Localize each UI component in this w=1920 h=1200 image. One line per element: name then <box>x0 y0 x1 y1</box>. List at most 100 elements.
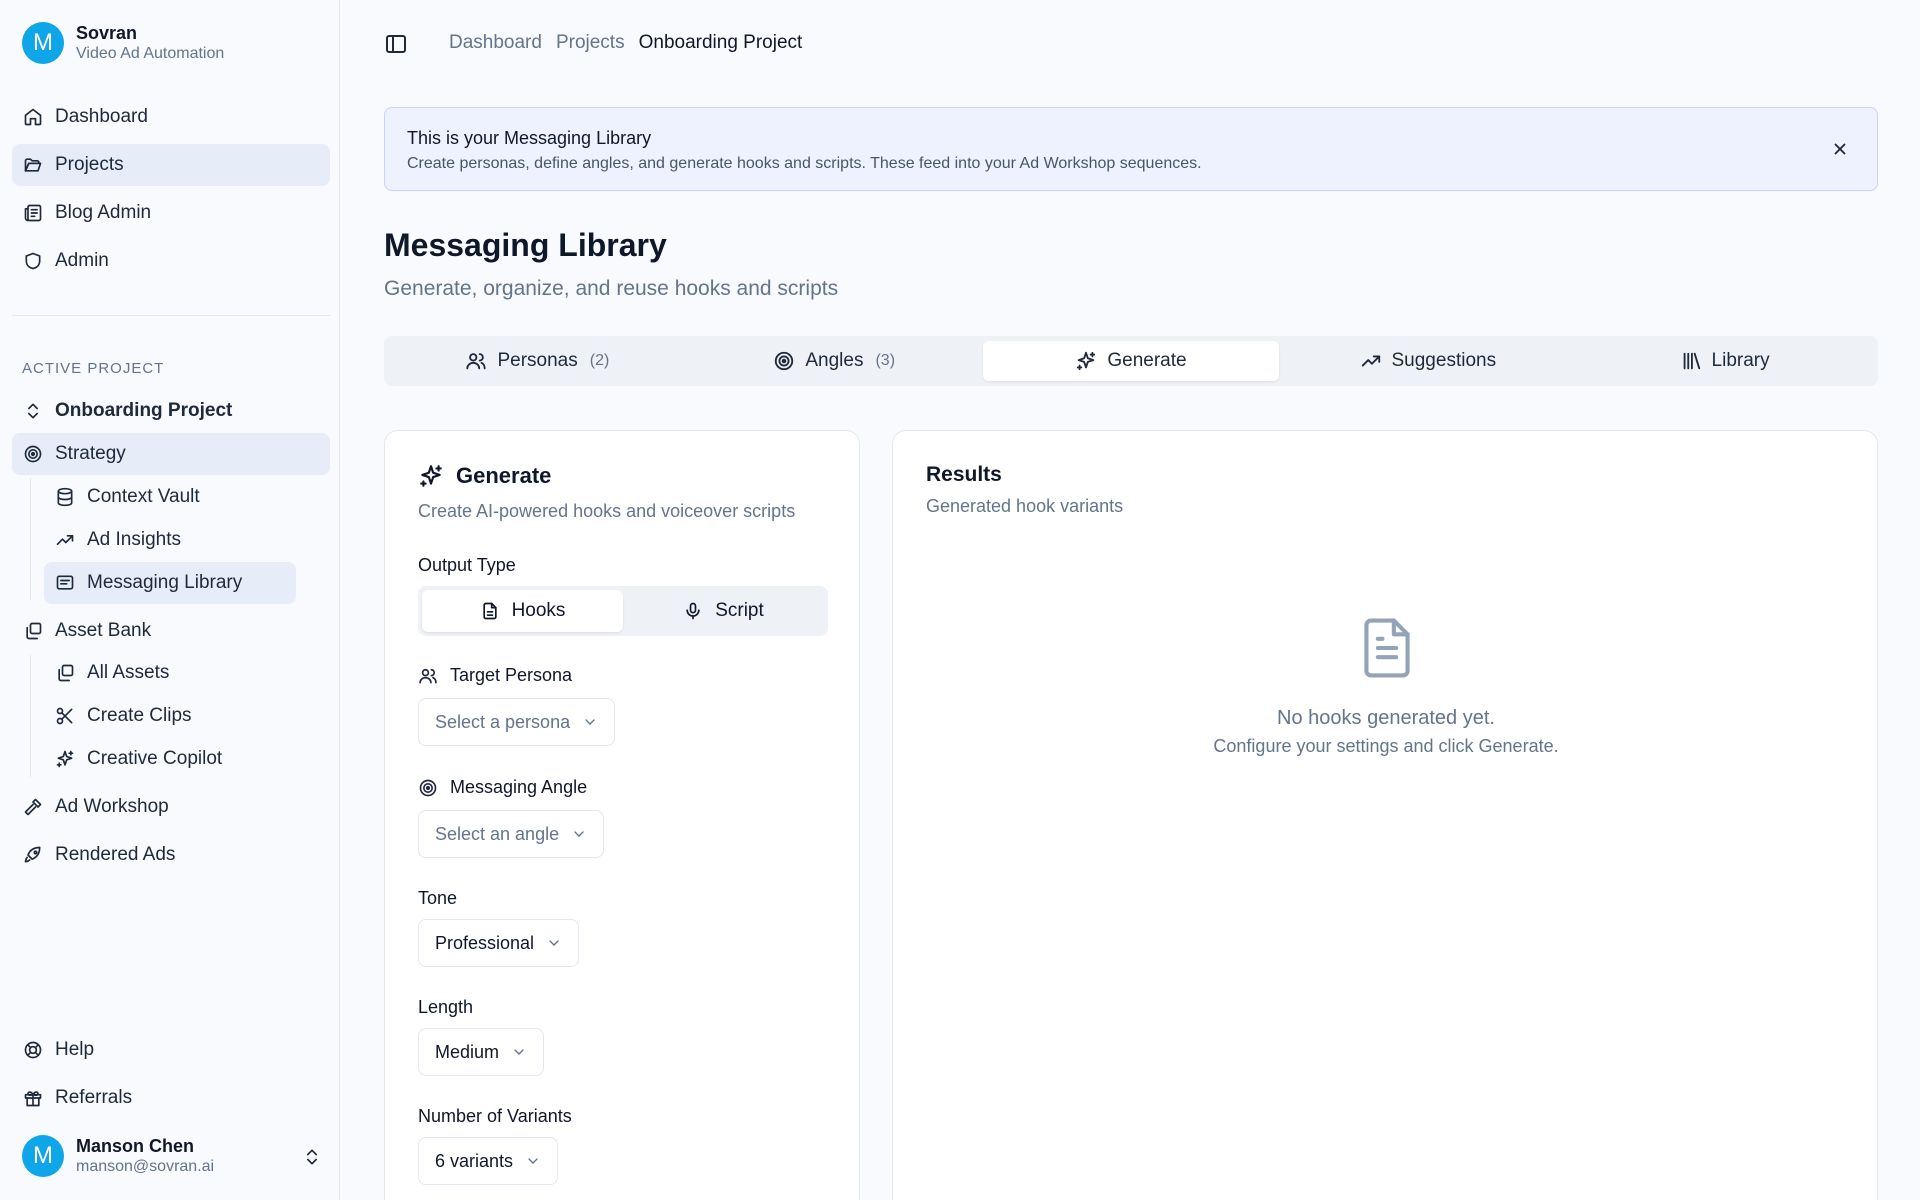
sidebar-item-label: Admin <box>55 250 109 271</box>
microphone-icon <box>686 602 700 620</box>
page-title: Messaging Library <box>384 227 667 263</box>
sidebar-item-label: Ad Insights <box>87 529 181 550</box>
empty-state-title: No hooks generated yet. <box>1277 707 1495 729</box>
page-subtitle: Generate, organize, and reuse hooks and … <box>384 277 839 300</box>
output-type-label: Output Type <box>418 555 516 575</box>
sidebar-item-context-vault[interactable]: Context Vault <box>44 476 296 518</box>
copy-icon <box>54 662 76 684</box>
tab-label: Library <box>1711 350 1770 371</box>
user-menu[interactable]: M Manson Chen manson@sovran.ai <box>22 1135 322 1177</box>
user-avatar: M <box>22 1135 64 1177</box>
sidebar-item-admin[interactable]: Admin <box>12 240 330 282</box>
sidebar-item-strategy[interactable]: Strategy <box>12 433 330 475</box>
length-select[interactable]: Medium <box>418 1028 545 1076</box>
sidebar-item-label: Rendered Ads <box>55 844 176 865</box>
user-name: Manson Chen <box>76 1136 195 1156</box>
sidebar-item-ad-workshop[interactable]: Ad Workshop <box>12 786 330 828</box>
output-script-button[interactable]: Script <box>623 590 824 632</box>
angle-select[interactable]: Select an angle <box>418 810 605 858</box>
newspaper-icon <box>22 202 44 224</box>
sparkles-icon <box>420 465 442 487</box>
sidebar-toggle-icon[interactable] <box>384 32 408 56</box>
results-card: Results Generated hook variants No hooks… <box>892 430 1878 1200</box>
sidebar-item-creative-copilot[interactable]: Creative Copilot <box>44 738 296 780</box>
sidebar-item-rendered-ads[interactable]: Rendered Ads <box>12 834 330 876</box>
empty-state-text: Configure your settings and click Genera… <box>1213 736 1559 756</box>
chevrons-up-down-icon <box>22 400 44 422</box>
tab-suggestions[interactable]: Suggestions <box>1279 341 1576 381</box>
sidebar-item-label: Asset Bank <box>55 620 152 641</box>
sidebar-item-label: Projects <box>55 154 124 175</box>
sidebar-item-all-assets[interactable]: All Assets <box>44 652 296 694</box>
persona-select-value: Select a persona <box>435 711 571 732</box>
tab-personas[interactable]: Personas (2) <box>389 341 686 381</box>
database-icon <box>54 486 76 508</box>
home-icon <box>22 106 44 128</box>
target-icon <box>419 779 437 796</box>
output-hooks-button[interactable]: Hooks <box>422 590 623 632</box>
user-email: manson@sovran.ai <box>76 1158 215 1175</box>
length-select-value: Medium <box>435 1041 500 1062</box>
banner-title: This is your Messaging Library <box>407 128 652 148</box>
sidebar-item-ad-insights[interactable]: Ad Insights <box>44 519 296 561</box>
sidebar-item-label: All Assets <box>87 662 170 683</box>
sidebar-divider <box>12 315 330 316</box>
tab-label: Suggestions <box>1391 350 1497 371</box>
sidebar-item-help[interactable]: Help <box>12 1029 330 1071</box>
chevrons-up-down-icon <box>307 1149 317 1165</box>
hammer-icon <box>22 796 44 818</box>
breadcrumb-projects[interactable]: Projects <box>556 32 625 54</box>
chevron-down-icon <box>574 831 584 837</box>
output-type-toggle: Hooks Script <box>418 586 828 636</box>
tab-count: (2) <box>589 352 610 369</box>
sidebar-item-label: Blog Admin <box>55 202 152 223</box>
brand-name: Sovran <box>76 23 138 43</box>
scissors-icon <box>54 705 76 727</box>
messaging-angle-label-text: Messaging Angle <box>450 777 588 797</box>
chevron-down-icon <box>514 1049 524 1055</box>
tab-generate[interactable]: Generate <box>982 341 1280 381</box>
sidebar-item-messaging-library[interactable]: Messaging Library <box>44 562 296 604</box>
length-label: Length <box>418 997 474 1017</box>
tab-label: Angles <box>805 350 864 371</box>
folder-open-icon <box>22 154 44 176</box>
tab-library[interactable]: Library <box>1576 341 1873 381</box>
info-banner: This is your Messaging Library Create pe… <box>384 107 1878 191</box>
file-text-icon <box>482 602 497 620</box>
variants-select[interactable]: 6 variants <box>418 1137 559 1185</box>
target-icon <box>775 351 794 371</box>
project-switcher[interactable]: Onboarding Project <box>12 390 330 432</box>
brand[interactable]: M Sovran Video Ad Automation <box>22 22 224 64</box>
tree-line <box>30 478 31 600</box>
sidebar-item-label: Dashboard <box>55 106 148 127</box>
file-text-icon <box>1364 618 1410 678</box>
results-subtitle: Generated hook variants <box>926 496 1124 516</box>
sidebar-item-label: Ad Workshop <box>55 796 169 817</box>
rocket-icon <box>22 844 44 866</box>
output-hooks-label: Hooks <box>511 600 566 621</box>
breadcrumb-dashboard[interactable]: Dashboard <box>449 32 542 54</box>
gift-icon <box>22 1087 44 1109</box>
chevron-down-icon <box>585 719 595 725</box>
tree-line <box>30 655 31 777</box>
sidebar-item-label: Create Clips <box>87 705 192 726</box>
tone-select[interactable]: Professional <box>418 919 580 967</box>
tab-angles[interactable]: Angles (3) <box>686 341 983 381</box>
tab-count: (3) <box>875 352 896 369</box>
generate-subtitle: Create AI-powered hooks and voiceover sc… <box>418 501 796 521</box>
sparkles-icon <box>1077 351 1096 371</box>
sidebar-item-asset-bank[interactable]: Asset Bank <box>12 610 330 652</box>
sparkles-icon <box>54 748 76 770</box>
users-icon <box>466 353 487 370</box>
trending-up-icon <box>54 529 76 551</box>
close-icon[interactable] <box>1831 140 1849 158</box>
sidebar-item-dashboard[interactable]: Dashboard <box>12 96 330 138</box>
sidebar-item-blog-admin[interactable]: Blog Admin <box>12 192 330 234</box>
sidebar-item-projects[interactable]: Projects <box>12 144 330 186</box>
persona-select[interactable]: Select a persona <box>418 698 616 746</box>
angle-select-value: Select an angle <box>435 823 560 844</box>
sidebar-item-referrals[interactable]: Referrals <box>12 1077 330 1119</box>
chevron-down-icon <box>549 940 559 946</box>
users-icon <box>419 668 437 683</box>
sidebar-item-create-clips[interactable]: Create Clips <box>44 695 296 737</box>
